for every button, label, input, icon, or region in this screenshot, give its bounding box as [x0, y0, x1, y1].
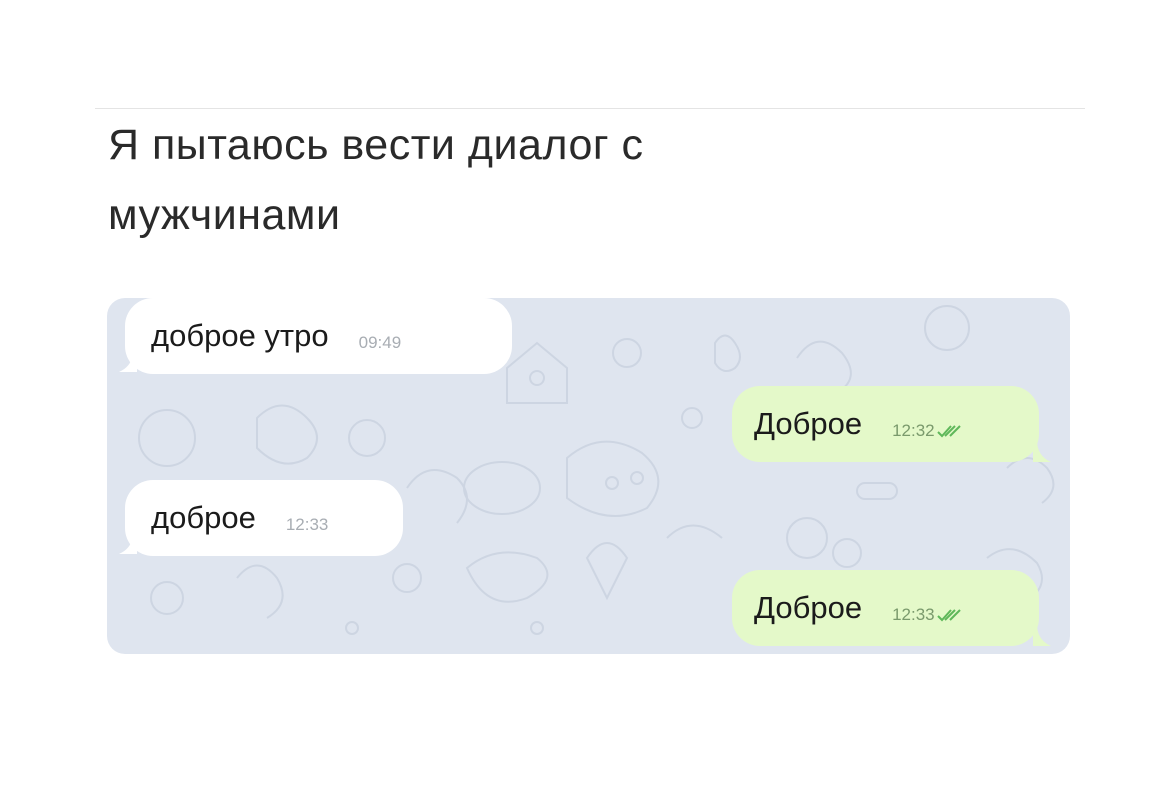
message-time: 09:49: [358, 333, 402, 352]
message-text: доброе утро: [151, 318, 329, 353]
caption-line-2: мужчинами: [108, 191, 341, 239]
chat-window[interactable]: доброе утро 09:49 Доброе 12:32 доброе 12…: [107, 298, 1070, 654]
message-outgoing-1[interactable]: Доброе 12:32: [732, 386, 1039, 462]
caption-line-1: Я пытаюсь вести диалог с: [108, 121, 644, 169]
message-text: Доброе: [754, 590, 863, 625]
message-text: Доброе: [754, 406, 863, 441]
message-incoming-1[interactable]: доброе утро 09:49: [125, 298, 512, 374]
message-outgoing-2[interactable]: Доброе 12:33: [732, 570, 1039, 646]
message-time: 12:32: [892, 421, 935, 440]
read-double-check-icon: [936, 609, 961, 622]
outgoing-bubble-tail: [1033, 440, 1051, 462]
message-time: 12:33: [285, 515, 329, 534]
message-text: доброе: [151, 500, 256, 535]
meme-caption: Я пытаюсь вести диалог с мужчинами: [108, 110, 868, 250]
outgoing-bubble-tail: [1033, 624, 1051, 646]
top-divider: [95, 108, 1085, 109]
read-double-check-icon: [936, 425, 961, 438]
message-incoming-2[interactable]: доброе 12:33: [125, 480, 403, 556]
message-time: 12:33: [892, 605, 935, 624]
